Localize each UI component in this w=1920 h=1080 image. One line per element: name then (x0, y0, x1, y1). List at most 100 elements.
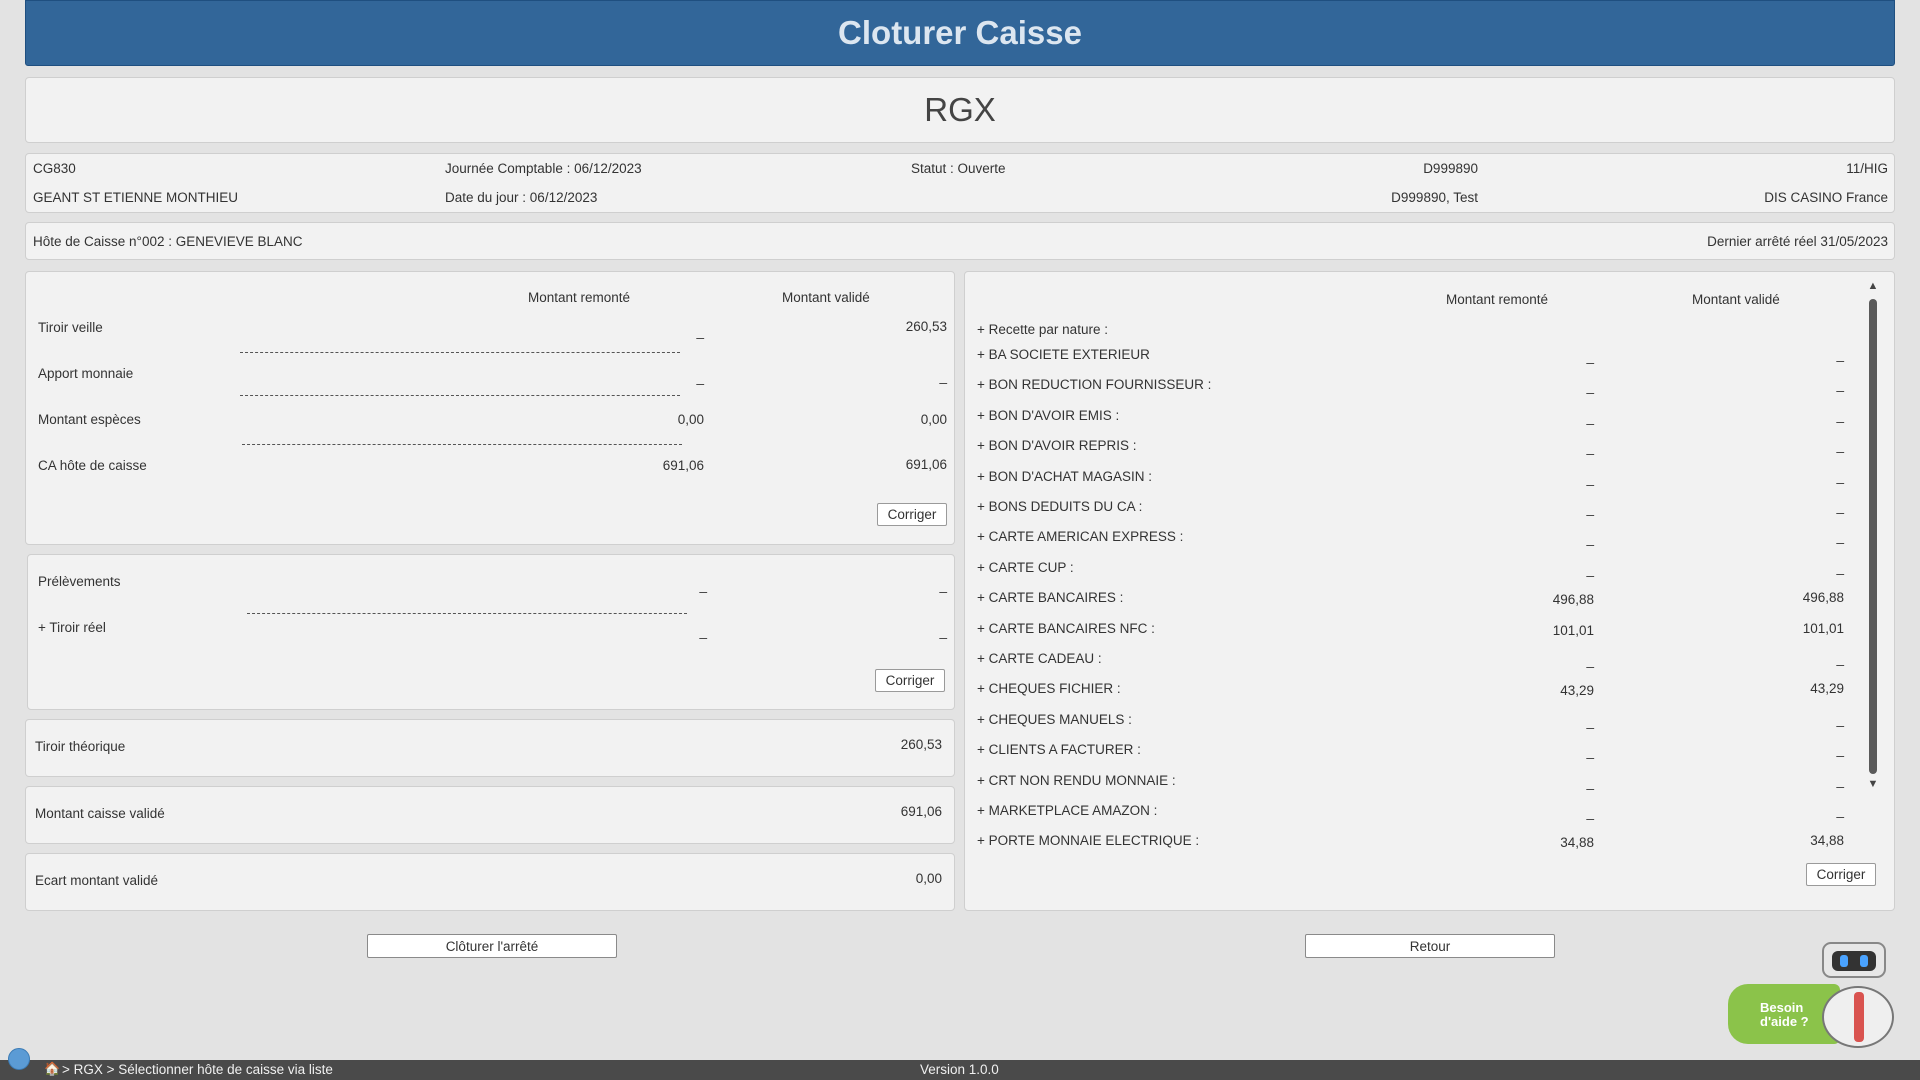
last-closing: Dernier arrêté réel 31/05/2023 (1707, 234, 1888, 249)
column-header-valide: Montant validé (782, 290, 870, 305)
scroll-up-arrow-icon[interactable]: ▲ (1867, 280, 1879, 292)
nature-row: + BON D'AVOIR REPRIS : _ _ (977, 433, 1857, 463)
nature-remonte: 43,29 (1560, 683, 1594, 699)
nature-valide: _ (1836, 468, 1844, 484)
row-remonte: _ (699, 578, 707, 593)
nature-valide: _ (1836, 803, 1844, 818)
store-label: GEANT ST ETIENNE MONTHIEU (33, 190, 239, 205)
nature-remonte: _ (1586, 653, 1594, 668)
summary-label: Ecart montant validé (35, 873, 159, 888)
nature-valide: 101,01 (1802, 620, 1844, 636)
nature-label: + CHEQUES FICHIER : (977, 681, 1121, 697)
scroll-thumb[interactable] (1869, 299, 1877, 774)
summary-value: 691,06 (900, 804, 942, 819)
row-label: CA hôte de caisse (38, 458, 147, 473)
nature-valide: 496,88 (1802, 590, 1844, 606)
host-label: Hôte de Caisse n°002 : GENEVIEVE BLANC (33, 234, 303, 249)
nature-label: + CARTE BANCAIRES NFC : (977, 620, 1155, 636)
nature-row: + CLIENTS A FACTURER : _ _ (977, 737, 1857, 767)
nature-remonte: 496,88 (1552, 592, 1594, 608)
nature-row: + MARKETPLACE AMAZON : _ _ (977, 798, 1857, 828)
scrollbar[interactable]: ▲ ▼ (1867, 280, 1879, 790)
nature-label: + CHEQUES MANUELS : (977, 711, 1132, 727)
row-label: Tiroir veille (38, 320, 103, 335)
store-name: RGX (924, 91, 996, 128)
nature-valide: _ (1836, 711, 1844, 727)
close-closing-button[interactable]: Clôturer l'arrêté (367, 934, 617, 958)
nature-valide: 34,88 (1810, 833, 1844, 849)
nature-remonte: _ (1586, 531, 1594, 547)
nature-remonte: _ (1586, 744, 1594, 760)
host-panel: Hôte de Caisse n°002 : GENEVIEVE BLANC D… (25, 222, 1895, 260)
row-label: + Tiroir réel (38, 620, 106, 635)
row-remonte: 0,00 (677, 412, 704, 427)
nature-row: + CHEQUES MANUELS : _ _ (977, 707, 1857, 737)
nature-label: + CARTE BANCAIRES : (977, 590, 1124, 606)
summary-value: 260,53 (900, 737, 942, 752)
nature-label: + BON D'ACHAT MAGASIN : (977, 468, 1152, 484)
nature-row: + BONS DEDUITS DU CA : _ _ (977, 494, 1857, 524)
date-du-jour: Date du jour : 06/12/2023 (445, 190, 598, 205)
nature-label: + CRT NON RENDU MONNAIE : (977, 772, 1176, 788)
nature-label: + BON REDUCTION FOURNISSEUR : (977, 377, 1212, 393)
summary-label: Tiroir théorique (35, 739, 126, 754)
row-label: Montant espèces (38, 412, 141, 427)
row-valide: _ (939, 369, 947, 384)
row-valide: 691,06 (905, 457, 947, 472)
help-widget[interactable]: Besoin d'aide ? (1728, 940, 1896, 1050)
dashed-separator (242, 444, 682, 445)
nature-valide: _ (1836, 651, 1844, 666)
column-header-remonte: Montant remonté (528, 290, 631, 305)
nature-row: + BON D'AVOIR EMIS : _ _ (977, 403, 1857, 433)
row-remonte: _ (696, 370, 704, 385)
nature-label: + BON D'AVOIR REPRIS : (977, 438, 1137, 454)
nature-valide: 43,29 (1810, 681, 1844, 697)
robot-icon[interactable] (1822, 942, 1886, 978)
nature-label: + CARTE CADEAU : (977, 651, 1102, 666)
store-code: CG830 (33, 161, 76, 176)
theoretical-drawer-panel: Tiroir théorique 260,53 (25, 719, 955, 777)
correct-nature-button[interactable]: Corriger (1806, 863, 1876, 886)
robot-body-icon[interactable] (1822, 986, 1894, 1048)
nature-remonte: _ (1586, 409, 1594, 425)
nature-remonte: _ (1586, 805, 1594, 820)
correct-withdrawals-button[interactable]: Corriger (875, 669, 945, 692)
nature-remonte: _ (1586, 379, 1594, 395)
nature-remonte: _ (1586, 349, 1594, 364)
home-icon[interactable]: 🏠 (44, 1061, 60, 1077)
column-header-remonte: Montant remonté (1446, 292, 1549, 307)
summary-label: Montant caisse validé (35, 806, 165, 821)
nature-valide: _ (1836, 772, 1844, 788)
user-name: D999890, Test (1391, 190, 1478, 205)
nature-row: + CARTE AMERICAN EXPRESS : _ _ (977, 524, 1857, 554)
section-heading: + Recette par nature : (977, 322, 1108, 337)
scroll-down-arrow-icon[interactable]: ▼ (1867, 778, 1879, 790)
nature-label: + BONS DEDUITS DU CA : (977, 499, 1143, 514)
version-label: Version 1.0.0 (920, 1062, 999, 1077)
nature-row: + CARTE BANCAIRES : 496,88 496,88 (977, 585, 1857, 615)
nature-label: + BON D'AVOIR EMIS : (977, 407, 1120, 423)
row-valide: _ (939, 624, 947, 639)
correct-drawer-button[interactable]: Corriger (877, 503, 947, 526)
journee-comptable: Journée Comptable : 06/12/2023 (445, 161, 642, 176)
nature-label: + PORTE MONNAIE ELECTRIQUE : (977, 833, 1200, 849)
validated-amount-panel: Montant caisse validé 691,06 (25, 786, 955, 844)
nature-valide: _ (1836, 529, 1844, 545)
drawer-panel: Montant remonté Montant validé Tiroir ve… (25, 271, 955, 545)
nature-valide: _ (1836, 407, 1844, 423)
nature-valide: _ (1836, 559, 1844, 575)
back-button[interactable]: Retour (1305, 934, 1555, 958)
nature-valide: _ (1836, 377, 1844, 393)
row-remonte: _ (696, 324, 704, 339)
nature-row: + BON D'ACHAT MAGASIN : _ _ (977, 464, 1857, 494)
page-title: Cloturer Caisse (25, 0, 1895, 66)
withdrawals-panel: Prélèvements _ _ + Tiroir réel _ _ Corri… (27, 554, 955, 710)
row-label: Prélèvements (38, 574, 121, 589)
dashed-separator (240, 395, 680, 396)
row-remonte: 691,06 (662, 458, 704, 473)
store-panel: RGX (25, 77, 1895, 143)
status-indicator[interactable] (8, 1048, 30, 1070)
nature-label: + BA SOCIETE EXTERIEUR (977, 347, 1150, 362)
nature-label: + CLIENTS A FACTURER : (977, 742, 1141, 758)
nature-remonte: 101,01 (1552, 622, 1594, 638)
